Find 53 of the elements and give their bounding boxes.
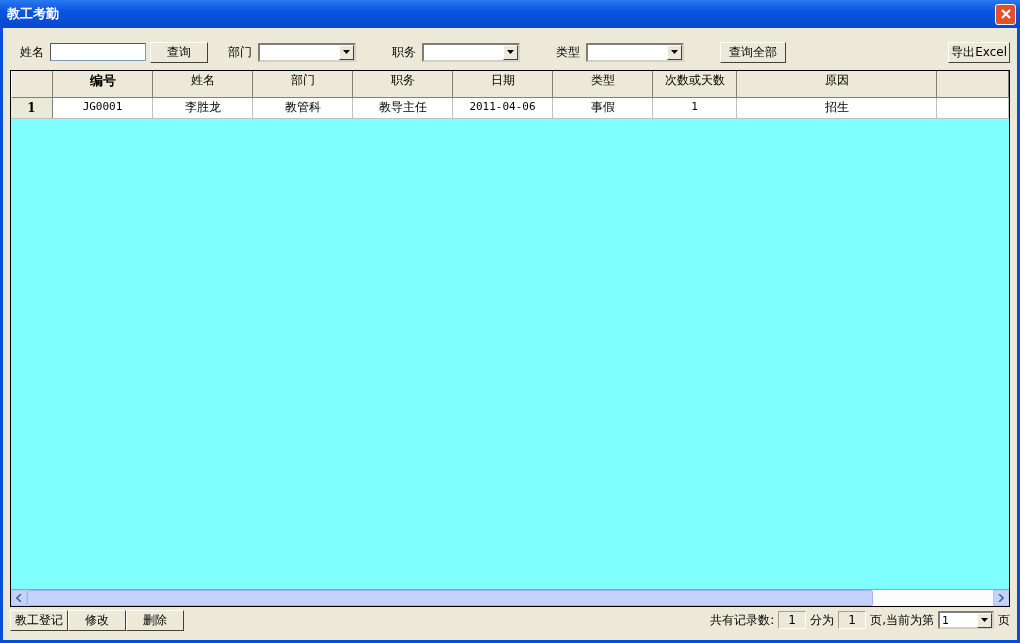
- toolbar-button[interactable]: 导出Excel: [948, 41, 1010, 63]
- table-cell: 李胜龙: [153, 98, 253, 118]
- column-header[interactable]: 职务: [353, 71, 453, 98]
- page-dropdown[interactable]: 1: [938, 611, 994, 629]
- column-header[interactable]: 编号: [53, 71, 153, 98]
- dropdown-field[interactable]: [586, 42, 684, 62]
- chevron-right-icon: [998, 594, 1004, 602]
- scroll-left-button[interactable]: [11, 590, 27, 606]
- scroll-right-button[interactable]: [993, 590, 1009, 606]
- caret-icon: [977, 612, 992, 628]
- action-button[interactable]: 删除: [126, 609, 184, 631]
- filter-label: 部门: [228, 43, 252, 61]
- toolbar-button[interactable]: 查询: [150, 41, 208, 63]
- caret-icon: [503, 44, 518, 60]
- column-header[interactable]: 类型: [553, 71, 653, 98]
- header-corner: [11, 71, 53, 98]
- pager-label: 页: [998, 611, 1010, 629]
- table-cell: 事假: [553, 98, 653, 118]
- filter-label: 职务: [392, 43, 416, 61]
- window-title: 教工考勤: [7, 5, 59, 23]
- dropdown-field[interactable]: [258, 42, 356, 62]
- dropdown-field[interactable]: [422, 42, 520, 62]
- action-button[interactable]: 修改: [68, 609, 126, 631]
- filter-label: 姓名: [20, 43, 44, 61]
- table-cell: 1: [653, 98, 737, 118]
- column-header[interactable]: 部门: [253, 71, 353, 98]
- table-cell: 教管科: [253, 98, 353, 118]
- close-button[interactable]: [995, 3, 1016, 25]
- table-cell: 2011-04-06: [453, 98, 553, 118]
- table-cell: 教导主任: [353, 98, 453, 118]
- chevron-left-icon: [16, 594, 22, 602]
- column-header[interactable]: 姓名: [153, 71, 253, 98]
- row-header[interactable]: 1: [11, 98, 53, 118]
- total-count-field: 1: [778, 611, 807, 629]
- column-header[interactable]: 原因: [737, 71, 937, 98]
- pager-label: 分为: [810, 611, 835, 629]
- caret-icon: [667, 44, 682, 60]
- toolbar-button[interactable]: 查询全部: [720, 41, 786, 63]
- table-cell: JG0001: [53, 98, 153, 118]
- action-button[interactable]: 教工登记: [10, 609, 68, 631]
- scrollbar-thumb[interactable]: [27, 590, 873, 606]
- horizontal-scrollbar[interactable]: [11, 589, 1009, 606]
- page-count-field: 1: [838, 611, 867, 629]
- column-header: [937, 71, 1009, 98]
- pager-label: 共有记录数:: [710, 611, 775, 629]
- pager-label: 页,当前为第: [870, 611, 934, 629]
- column-header[interactable]: 次数或天数: [653, 71, 737, 98]
- close-icon: [999, 8, 1012, 20]
- caret-icon: [339, 44, 354, 60]
- table-cell: 招生: [737, 98, 937, 118]
- name-field[interactable]: [50, 43, 146, 61]
- column-header[interactable]: 日期: [453, 71, 553, 98]
- filter-label: 类型: [556, 43, 580, 61]
